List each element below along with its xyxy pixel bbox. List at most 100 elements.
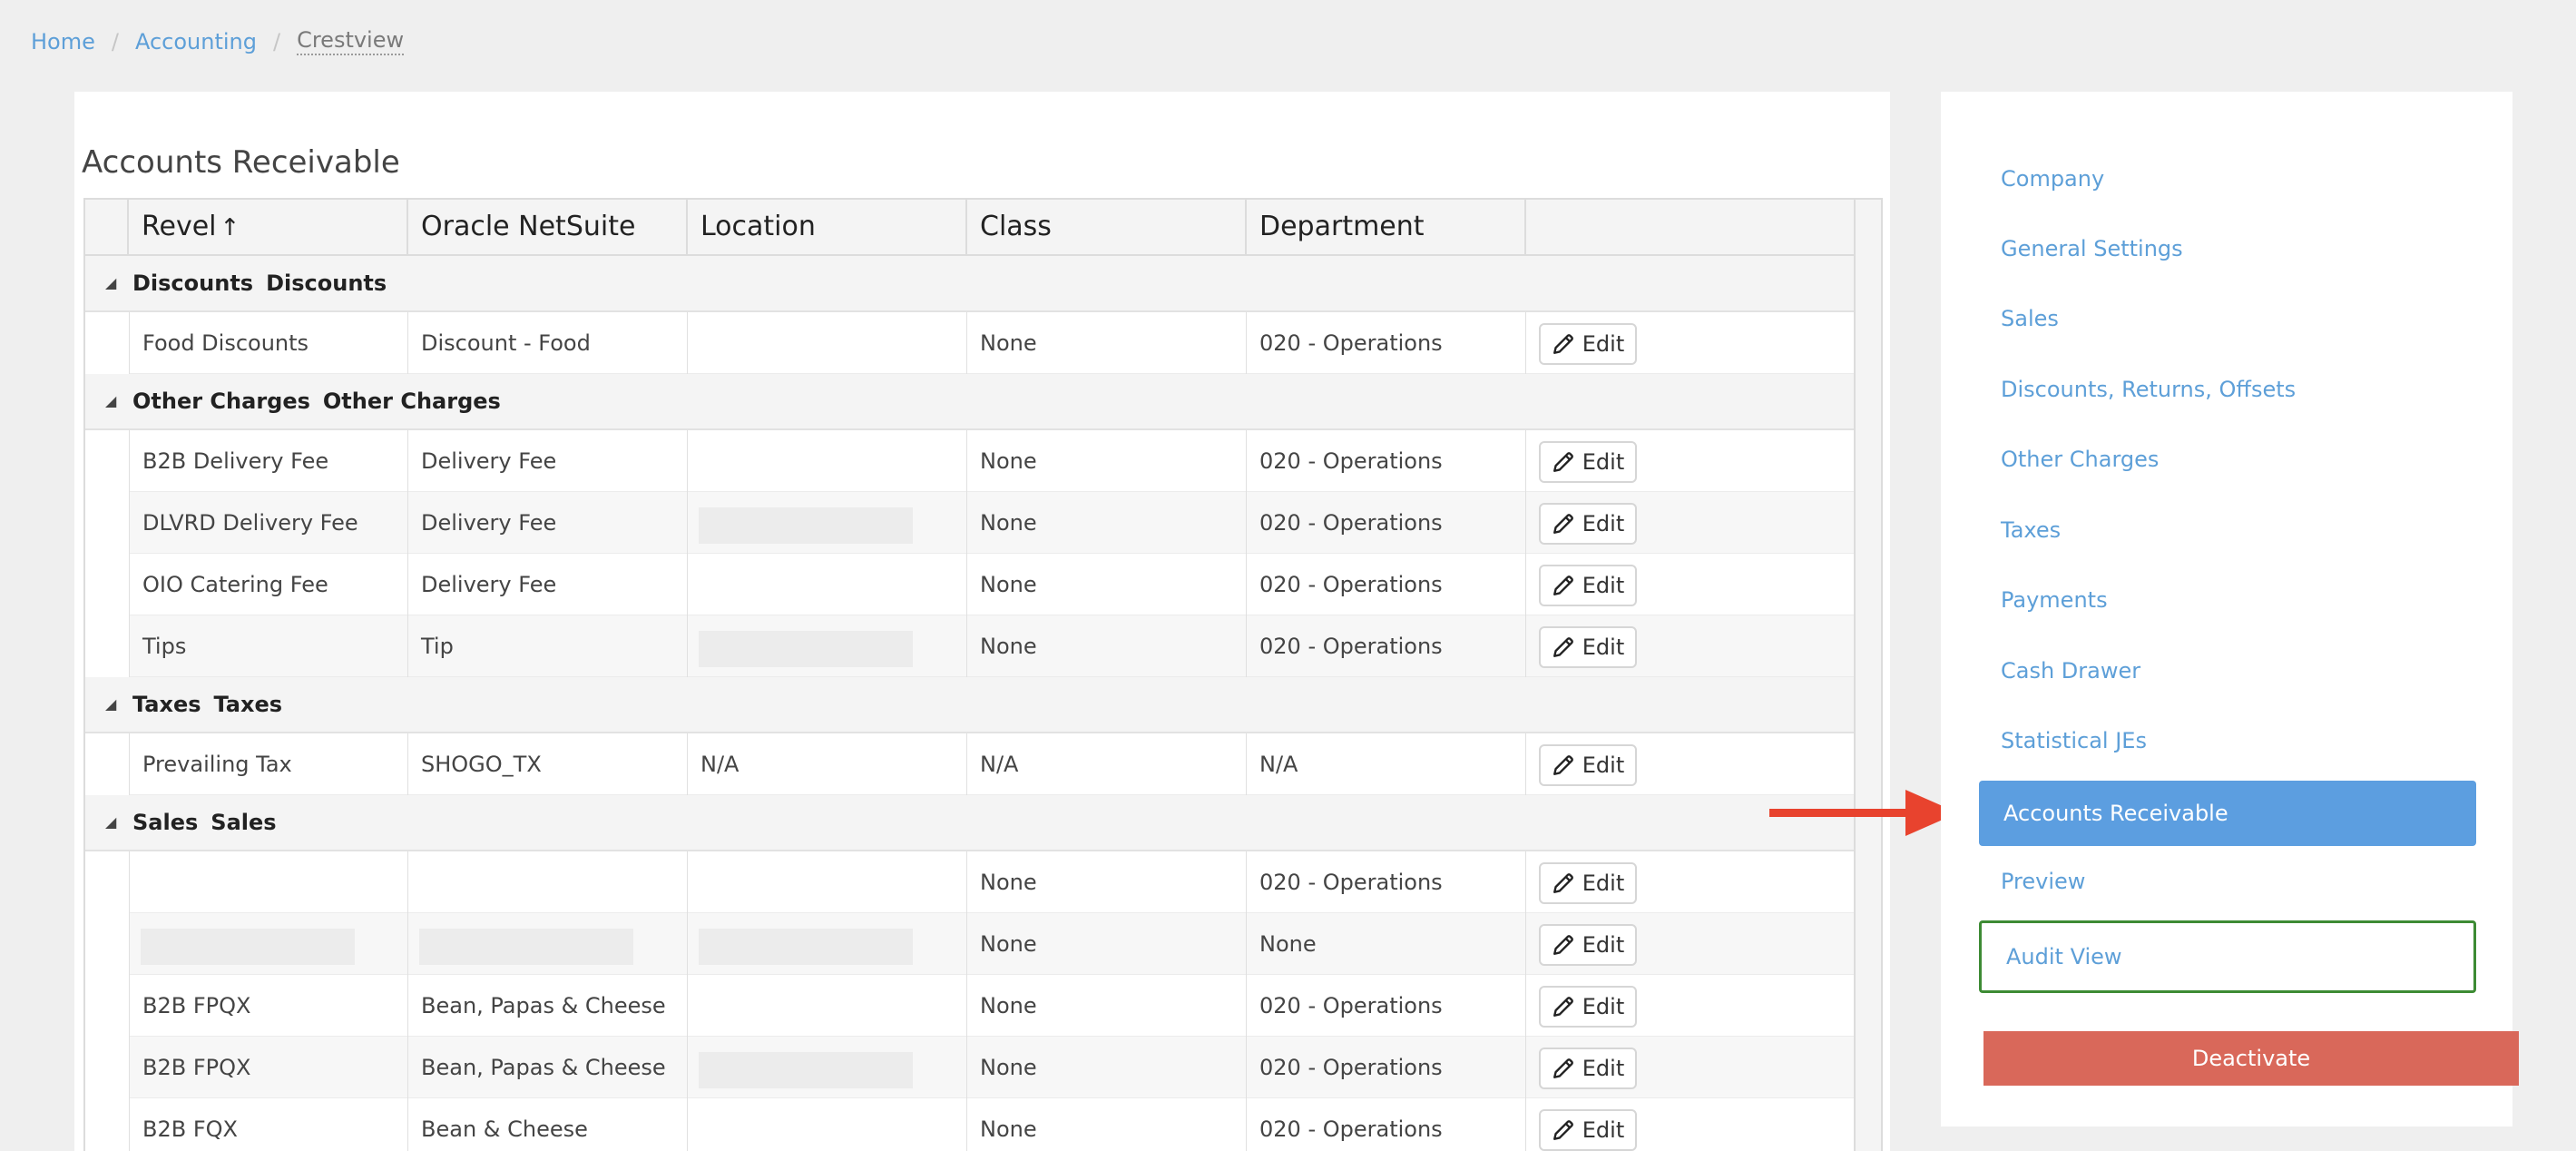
edit-button[interactable]: Edit — [1539, 503, 1637, 545]
cell-revel: Prevailing Tax — [129, 733, 408, 795]
nav-sales[interactable]: Sales — [2001, 306, 2059, 331]
cell-revel: B2B FPQX — [129, 975, 408, 1037]
cell-location — [688, 554, 967, 615]
cell-class: N/A — [967, 733, 1247, 795]
table-row: B2B FPQX Bean, Papas & Cheese None 020 - Op… — [129, 975, 1857, 1037]
table-row: DLVRD Delivery Fee Delivery Fee None 020 - … — [129, 492, 1857, 554]
group-label: Taxes Taxes — [132, 692, 282, 717]
pencil-icon — [1552, 1058, 1573, 1078]
table-row: Prevailing Tax SHOGO_TX N/A N/A N/A Edit — [129, 733, 1857, 795]
edit-label: Edit — [1582, 635, 1625, 660]
cell-revel: Tips — [129, 615, 408, 677]
cell-department: None — [1247, 913, 1526, 975]
edit-button[interactable]: Edit — [1539, 744, 1637, 786]
cell-department-text: 020 - Operations — [1259, 330, 1443, 356]
nav-accounts-receivable[interactable]: Accounts Receivable — [1979, 781, 2476, 846]
header-location[interactable]: Location — [688, 200, 967, 254]
breadcrumb: Home / Accounting / Crestview — [31, 27, 405, 55]
pencil-icon — [1552, 452, 1573, 472]
nav-other-charges[interactable]: Other Charges — [2001, 447, 2159, 472]
group-row[interactable]: ◢ Discounts Discounts — [85, 256, 1857, 312]
cell-location — [688, 1037, 967, 1098]
pencil-icon — [1552, 334, 1573, 354]
table-row: None None Edit — [129, 913, 1857, 975]
cell-location — [688, 430, 967, 492]
header-netsuite[interactable]: Oracle NetSuite — [408, 200, 688, 254]
cell-class-text: None — [980, 330, 1037, 356]
nav-discounts[interactable]: Discounts, Returns, Offsets — [2001, 377, 2296, 402]
cell-department: 020 - Operations — [1247, 554, 1526, 615]
settings-sidebar: Company General Settings Sales Discounts… — [1941, 92, 2519, 1126]
cell-netsuite: Discount - Food — [408, 312, 688, 374]
edit-button[interactable]: Edit — [1539, 565, 1637, 606]
mapping-grid: Revel ↑ Oracle NetSuite Location Class De… — [83, 198, 1883, 1151]
group-name-secondary: Other Charges — [322, 389, 501, 414]
group-row[interactable]: ◢ Other Charges Other Charges — [85, 374, 1857, 430]
edit-button[interactable]: Edit — [1539, 323, 1637, 365]
cell-location — [688, 312, 967, 374]
nav-general-settings[interactable]: General Settings — [2001, 236, 2183, 261]
collapse-triangle-icon[interactable]: ◢ — [105, 813, 116, 831]
cell-class: None — [967, 913, 1247, 975]
cell-revel: OIO Catering Fee — [129, 554, 408, 615]
audit-view-button[interactable]: Audit View — [1979, 920, 2476, 993]
nav-statistical-jes[interactable]: Statistical JEs — [2001, 728, 2147, 753]
cell-department-text: 020 - Operations — [1259, 993, 1443, 1018]
nav-payments[interactable]: Payments — [2001, 587, 2108, 613]
nav-cash-drawer[interactable]: Cash Drawer — [2001, 658, 2140, 684]
cell-netsuite: Delivery Fee — [408, 554, 688, 615]
cell-department: 020 - Operations — [1247, 492, 1526, 554]
cell-actions: Edit — [1526, 615, 1857, 677]
edit-button[interactable]: Edit — [1539, 862, 1637, 904]
cell-location — [688, 615, 967, 677]
header-revel[interactable]: Revel ↑ — [129, 200, 408, 254]
header-class[interactable]: Class — [967, 200, 1247, 254]
cell-actions: Edit — [1526, 913, 1857, 975]
edit-label: Edit — [1582, 449, 1625, 475]
edit-label: Edit — [1582, 994, 1625, 1019]
group-row[interactable]: ◢ Sales Sales — [85, 795, 1857, 851]
nav-taxes[interactable]: Taxes — [2001, 517, 2061, 543]
cell-revel-text: Food Discounts — [142, 330, 309, 356]
pencil-icon — [1552, 997, 1573, 1017]
breadcrumb-separator: / — [111, 28, 119, 54]
breadcrumb-accounting[interactable]: Accounting — [135, 29, 257, 54]
collapse-triangle-icon[interactable]: ◢ — [105, 695, 116, 713]
cell-revel: DLVRD Delivery Fee — [129, 492, 408, 554]
group-row[interactable]: ◢ Taxes Taxes — [85, 677, 1857, 733]
cell-department-text: 020 - Operations — [1259, 572, 1443, 597]
collapse-triangle-icon[interactable]: ◢ — [105, 392, 116, 409]
edit-button[interactable]: Edit — [1539, 924, 1637, 966]
cell-netsuite: Bean, Papas & Cheese — [408, 1037, 688, 1098]
edit-button[interactable]: Edit — [1539, 1048, 1637, 1089]
breadcrumb-home[interactable]: Home — [31, 29, 95, 54]
nav-company[interactable]: Company — [2001, 166, 2104, 192]
header-department[interactable]: Department — [1247, 200, 1526, 254]
edit-label: Edit — [1582, 753, 1625, 778]
edit-label: Edit — [1582, 932, 1625, 958]
edit-label: Edit — [1582, 511, 1625, 536]
cell-revel-text: B2B FPQX — [142, 1055, 251, 1080]
cell-netsuite-text: Delivery Fee — [421, 448, 557, 474]
cell-netsuite-text: SHOGO_TX — [421, 752, 542, 777]
cell-class-text: None — [980, 448, 1037, 474]
pencil-icon — [1552, 576, 1573, 595]
pencil-icon — [1552, 873, 1573, 893]
nav-preview[interactable]: Preview — [2001, 869, 2085, 894]
cell-revel-text: Prevailing Tax — [142, 752, 292, 777]
cell-revel: B2B FPQX — [129, 1037, 408, 1098]
vertical-scrollbar[interactable] — [1854, 200, 1881, 1151]
edit-button[interactable]: Edit — [1539, 986, 1637, 1028]
edit-button[interactable]: Edit — [1539, 1109, 1637, 1151]
cell-netsuite-text: Tip — [421, 634, 454, 659]
edit-button[interactable]: Edit — [1539, 441, 1637, 483]
edit-button[interactable]: Edit — [1539, 626, 1637, 668]
cell-revel — [129, 851, 408, 913]
breadcrumb-current[interactable]: Crestview — [297, 27, 405, 55]
group-name: Other Charges — [132, 389, 310, 414]
cell-actions: Edit — [1526, 851, 1857, 913]
deactivate-button[interactable]: Deactivate — [1983, 1031, 2519, 1086]
pencil-icon — [1552, 637, 1573, 657]
cell-location-text: N/A — [700, 752, 739, 777]
collapse-triangle-icon[interactable]: ◢ — [105, 274, 116, 291]
